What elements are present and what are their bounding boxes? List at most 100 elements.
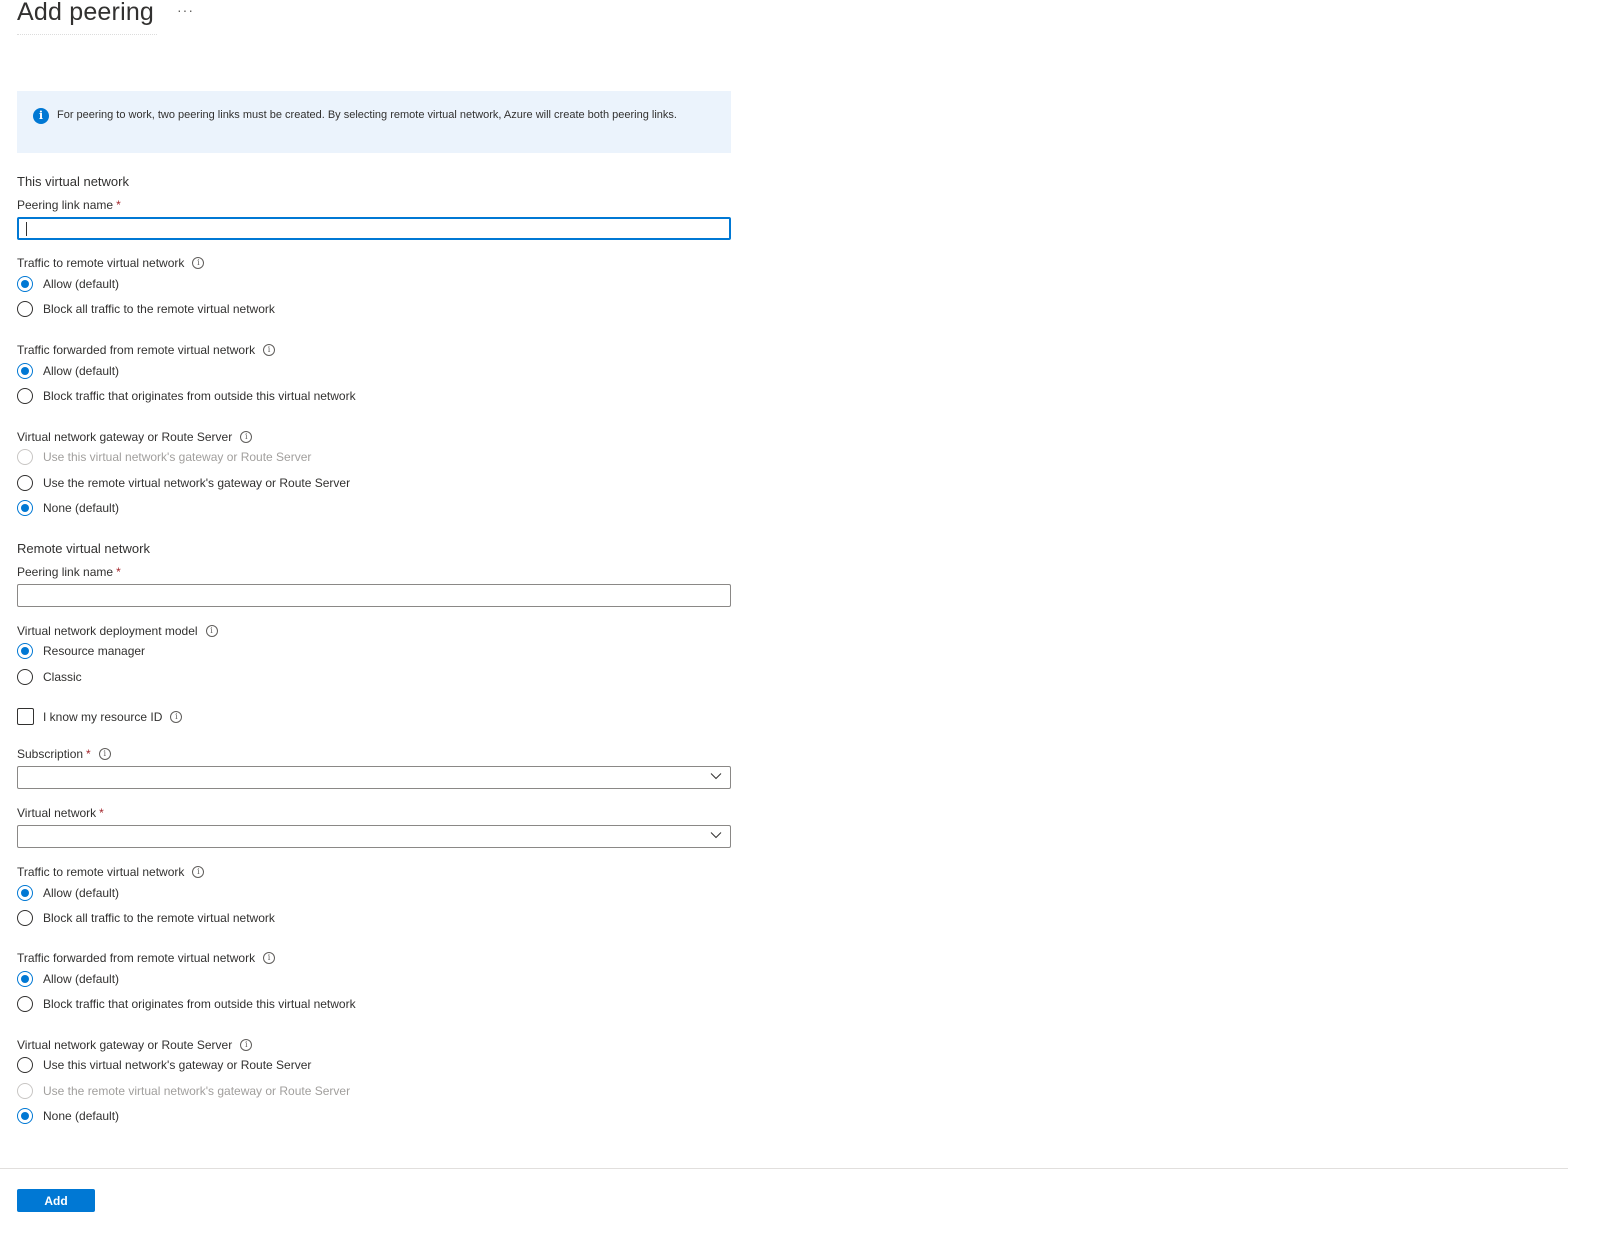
radio-circle: [17, 669, 33, 685]
radio-circle: [17, 1057, 33, 1073]
radio-circle: [17, 301, 33, 317]
chevron-down-icon: [710, 832, 722, 839]
label-text: Traffic forwarded from remote virtual ne…: [17, 951, 256, 965]
info-icon[interactable]: i: [263, 344, 276, 356]
section-this-vnet: This virtual network: [17, 174, 129, 189]
remote-peering-link-name-label: Peering link name *: [17, 565, 121, 579]
radio-label: None (default): [43, 501, 120, 515]
radio-circle: [17, 910, 33, 926]
virtual-network-label: Virtual network *: [17, 806, 104, 820]
label-text: Peering link name: [17, 565, 114, 579]
remote-gateway-use-remote-radio[interactable]: Use the remote virtual network's gateway…: [17, 1083, 350, 1099]
radio-circle: [17, 1083, 33, 1099]
remote-gateway-use-this-radio[interactable]: Use this virtual network's gateway or Ro…: [17, 1057, 311, 1073]
info-icon[interactable]: i: [192, 257, 205, 269]
radio-label: Allow (default): [43, 886, 120, 900]
radio-label: Use the remote virtual network's gateway…: [43, 1084, 351, 1098]
label-text: Virtual network: [17, 806, 97, 820]
this-gateway-label: Virtual network gateway or Route Server i: [17, 430, 253, 444]
radio-label: None (default): [43, 1109, 120, 1123]
radio-label: Use this virtual network's gateway or Ro…: [43, 1058, 312, 1072]
virtual-network-dropdown[interactable]: [17, 825, 731, 848]
radio-label: Use the remote virtual network's gateway…: [43, 476, 351, 490]
label-text: Peering link name: [17, 198, 114, 212]
this-traffic-to-remote-label: Traffic to remote virtual network i: [17, 256, 205, 270]
radio-circle: [17, 643, 33, 659]
subscription-label: Subscription * i: [17, 747, 111, 761]
radio-label: Classic: [43, 670, 82, 684]
deployment-model-label: Virtual network deployment model i: [17, 624, 218, 638]
radio-label: Resource manager: [43, 644, 146, 658]
subscription-dropdown[interactable]: [17, 766, 731, 789]
this-traffic-to-remote-block-radio[interactable]: Block all traffic to the remote virtual …: [17, 301, 275, 317]
label-text: Traffic to remote virtual network: [17, 256, 185, 270]
page-title: Add peering: [17, 0, 155, 26]
add-button[interactable]: Add: [17, 1189, 95, 1212]
info-banner: i For peering to work, two peering links…: [17, 91, 731, 153]
more-options-button[interactable]: ···: [177, 2, 194, 18]
radio-circle: [17, 1108, 33, 1124]
radio-label: Use this virtual network's gateway or Ro…: [43, 450, 312, 464]
radio-label: Allow (default): [43, 277, 120, 291]
text-caret: [26, 222, 27, 236]
radio-label: Block traffic that originates from outsi…: [43, 997, 356, 1011]
checkbox-box: [17, 708, 34, 725]
info-icon[interactable]: i: [240, 431, 253, 443]
radio-label: Block traffic that originates from outsi…: [43, 389, 356, 403]
remote-traffic-forwarded-block-radio[interactable]: Block traffic that originates from outsi…: [17, 996, 356, 1012]
radio-circle: [17, 475, 33, 491]
remote-traffic-to-remote-block-radio[interactable]: Block all traffic to the remote virtual …: [17, 910, 275, 926]
required-marker: *: [116, 565, 121, 579]
this-peering-link-name-input[interactable]: [17, 217, 731, 240]
know-resource-id-checkbox[interactable]: I know my resource ID i: [17, 708, 183, 725]
remote-peering-link-name-input[interactable]: [17, 584, 731, 607]
radio-label: Block all traffic to the remote virtual …: [43, 911, 275, 925]
radio-circle: [17, 363, 33, 379]
remote-traffic-to-remote-allow-radio[interactable]: Allow (default): [17, 885, 119, 901]
info-icon[interactable]: i: [205, 625, 218, 637]
radio-label: Allow (default): [43, 364, 120, 378]
remote-gateway-none-radio[interactable]: None (default): [17, 1108, 119, 1124]
radio-label: Allow (default): [43, 972, 120, 986]
radio-circle: [17, 388, 33, 404]
label-text: Virtual network deployment model: [17, 624, 198, 638]
remote-traffic-to-remote-label: Traffic to remote virtual network i: [17, 865, 205, 879]
this-gateway-use-this-radio[interactable]: Use this virtual network's gateway or Ro…: [17, 449, 311, 465]
checkbox-label: I know my resource ID: [43, 709, 163, 724]
radio-circle: [17, 449, 33, 465]
radio-circle: [17, 971, 33, 987]
radio-circle: [17, 276, 33, 292]
radio-circle: [17, 996, 33, 1012]
deployment-model-resource-manager-radio[interactable]: Resource manager: [17, 643, 145, 659]
remote-traffic-forwarded-allow-radio[interactable]: Allow (default): [17, 971, 119, 987]
info-banner-text: For peering to work, two peering links m…: [57, 109, 677, 121]
label-text: Virtual network gateway or Route Server: [17, 1038, 233, 1052]
info-icon[interactable]: i: [170, 710, 183, 723]
radio-circle: [17, 500, 33, 516]
section-remote-vnet: Remote virtual network: [17, 541, 150, 556]
this-traffic-forwarded-block-radio[interactable]: Block traffic that originates from outsi…: [17, 388, 356, 404]
info-icon[interactable]: i: [192, 866, 205, 878]
required-marker: *: [86, 747, 91, 761]
info-icon[interactable]: i: [240, 1039, 253, 1051]
radio-label: Block all traffic to the remote virtual …: [43, 302, 275, 316]
this-gateway-use-remote-radio[interactable]: Use the remote virtual network's gateway…: [17, 475, 350, 491]
subtitle-redacted: [17, 30, 157, 35]
this-traffic-forwarded-label: Traffic forwarded from remote virtual ne…: [17, 343, 276, 357]
label-text: Virtual network gateway or Route Server: [17, 430, 233, 444]
info-icon[interactable]: i: [263, 952, 276, 964]
label-text: Traffic to remote virtual network: [17, 865, 185, 879]
required-marker: *: [99, 806, 104, 820]
this-traffic-forwarded-allow-radio[interactable]: Allow (default): [17, 363, 119, 379]
this-peering-link-name-label: Peering link name *: [17, 198, 121, 212]
chevron-down-icon: [710, 773, 722, 780]
remote-traffic-forwarded-label: Traffic forwarded from remote virtual ne…: [17, 951, 276, 965]
label-text: Traffic forwarded from remote virtual ne…: [17, 343, 256, 357]
info-icon: i: [33, 108, 49, 124]
this-traffic-to-remote-allow-radio[interactable]: Allow (default): [17, 276, 119, 292]
this-gateway-none-radio[interactable]: None (default): [17, 500, 119, 516]
info-icon[interactable]: i: [98, 748, 111, 760]
deployment-model-classic-radio[interactable]: Classic: [17, 669, 82, 685]
remote-gateway-label: Virtual network gateway or Route Server i: [17, 1038, 253, 1052]
required-marker: *: [116, 198, 121, 212]
